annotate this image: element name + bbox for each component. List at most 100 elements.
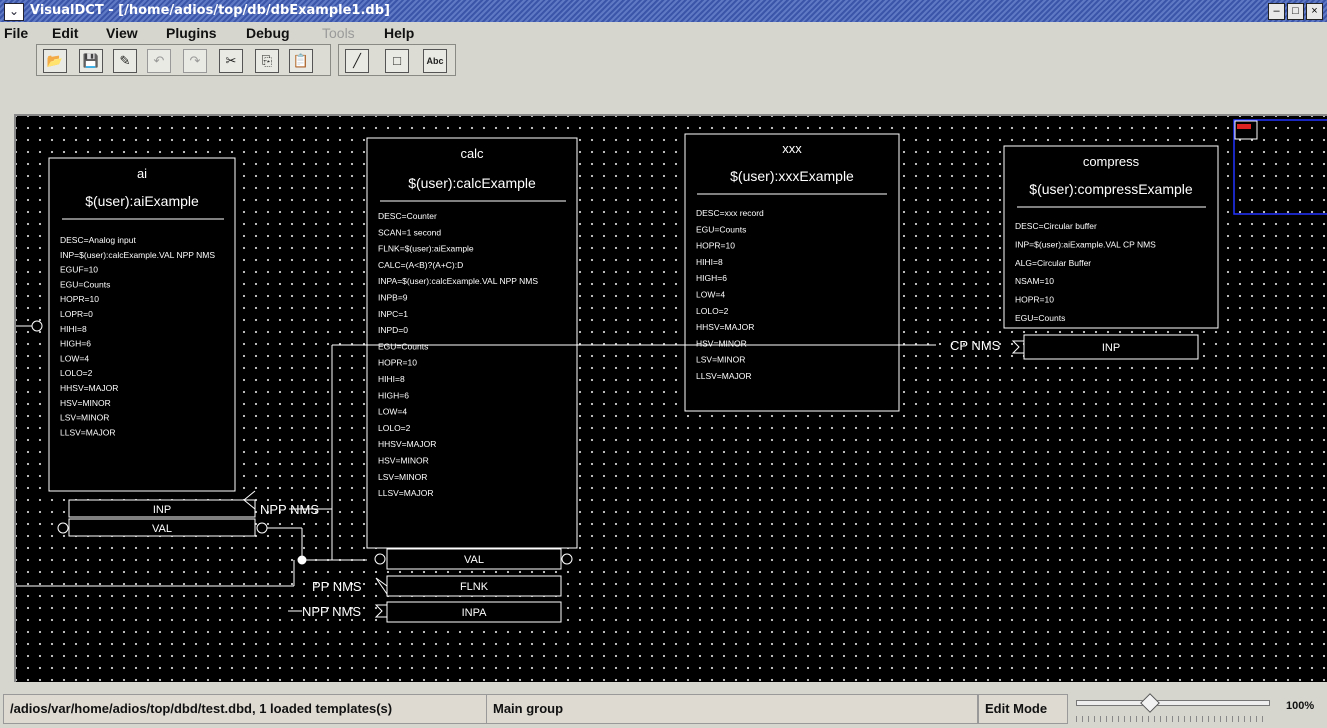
record-field: HIHI=8 <box>60 324 87 334</box>
zoom-slider-thumb[interactable] <box>1140 693 1160 713</box>
record-field: INPC=1 <box>378 309 408 319</box>
record-field: HHSV=MAJOR <box>696 322 754 332</box>
record-field: LLSV=MAJOR <box>60 427 116 437</box>
record-field: EGU=Counts <box>1015 313 1065 323</box>
menu-view[interactable]: View <box>106 25 138 41</box>
zoom-slider-track <box>1076 700 1270 706</box>
record-field: HSV=MINOR <box>696 338 747 348</box>
window-menu-button[interactable]: ⌄ <box>4 3 24 21</box>
record-field: HHSV=MAJOR <box>60 383 118 393</box>
record-field: LOPR=0 <box>60 309 93 319</box>
record-type: xxx <box>782 141 802 156</box>
box-tool-icon[interactable]: □ <box>385 49 409 73</box>
menu-debug[interactable]: Debug <box>246 25 290 41</box>
record-field: INPA=$(user):calcExample.VAL NPP NMS <box>378 276 538 286</box>
menu-plugins[interactable]: Plugins <box>166 25 217 41</box>
record-field: HOPR=10 <box>378 358 417 368</box>
record-field: LLSV=MAJOR <box>378 488 434 498</box>
record-field: LOLO=2 <box>378 423 411 433</box>
record-diagram: ai $(user):aiExample DESC=Analog input IN… <box>16 119 1327 623</box>
undo-icon: ↶ <box>147 49 171 73</box>
record-field: EGUF=10 <box>60 265 98 275</box>
record-field: HOPR=10 <box>696 241 735 251</box>
navigator-box[interactable] <box>1233 119 1327 215</box>
maximize-button[interactable]: □ <box>1287 3 1304 20</box>
record-compress[interactable]: compress $(user):compressExample DESC=Ci… <box>1003 145 1219 360</box>
link-label-calc-inpa: NPP NMS <box>302 604 361 619</box>
chevron-down-icon: ⌄ <box>8 4 20 18</box>
left-frame <box>0 114 14 680</box>
record-field: INP=$(user):aiExample.VAL CP NMS <box>1015 239 1156 249</box>
record-name: $(user):calcExample <box>408 175 536 191</box>
record-field: NSAM=10 <box>1015 276 1054 286</box>
save-icon[interactable]: 💾 <box>79 49 103 73</box>
record-name: $(user):xxxExample <box>730 168 854 184</box>
draw-toolbar-group: ╱ □ Abc <box>338 44 456 76</box>
port-inp: INP <box>153 504 171 516</box>
record-field: HIGH=6 <box>378 390 409 400</box>
copy-icon[interactable]: ⎘ <box>255 49 279 73</box>
record-field: INPB=9 <box>378 293 408 303</box>
port-val: VAL <box>152 523 172 535</box>
link-label-compress-inp: CP NMS <box>950 338 1001 353</box>
record-field: HIGH=6 <box>696 273 727 283</box>
line-tool-icon[interactable]: ╱ <box>345 49 369 73</box>
statusbar: /adios/var/home/adios/top/dbd/test.dbd, … <box>0 690 1327 728</box>
menu-edit[interactable]: Edit <box>52 25 78 41</box>
record-name: $(user):compressExample <box>1029 181 1193 197</box>
paste-icon[interactable]: 📋 <box>289 49 313 73</box>
record-field: INP=$(user):calcExample.VAL NPP NMS <box>60 250 215 260</box>
record-field: HIGH=6 <box>60 339 91 349</box>
record-field: HIHI=8 <box>378 374 405 384</box>
record-field: INPD=0 <box>378 325 408 335</box>
group-indicator: Main group <box>486 694 978 724</box>
menu-help[interactable]: Help <box>384 25 414 41</box>
record-field: DESC=Analog input <box>60 235 136 245</box>
record-type: ai <box>137 166 147 181</box>
record-field: LOW=4 <box>60 353 89 363</box>
close-button[interactable]: × <box>1306 3 1323 20</box>
record-field: DESC=xxx record <box>696 208 764 218</box>
record-field: FLNK=$(user):aiExample <box>378 244 474 254</box>
menu-tools: Tools <box>322 25 355 41</box>
record-xxx[interactable]: xxx $(user):xxxExample DESC=xxx record EG… <box>684 133 900 412</box>
record-field: CALC=(A<B)?(A+C):D <box>378 260 463 270</box>
record-field: EGU=Counts <box>60 279 110 289</box>
zoom-slider[interactable] <box>1068 693 1278 724</box>
minimize-button[interactable]: – <box>1268 3 1285 20</box>
record-field: DESC=Circular buffer <box>1015 221 1097 231</box>
record-ai[interactable]: ai $(user):aiExample DESC=Analog input IN… <box>48 157 256 537</box>
window-titlebar[interactable]: ⌄ VisualDCT - [/home/adios/top/db/dbExam… <box>0 0 1327 22</box>
record-field: HOPR=10 <box>1015 295 1054 305</box>
edit-pencil-icon[interactable]: ✎ <box>113 49 137 73</box>
record-field: LOLO=2 <box>696 306 729 316</box>
canvas-frame: ai $(user):aiExample DESC=Analog input IN… <box>14 114 1327 682</box>
menu-file[interactable]: File <box>4 25 28 41</box>
port-inp: INP <box>1102 342 1120 354</box>
toolbar: 📂 💾 ✎ ↶ ↷ ✂ ⎘ 📋 ╱ □ Abc <box>0 44 1327 112</box>
edit-toolbar-group: 📂 💾 ✎ ↶ ↷ ✂ ⎘ 📋 <box>36 44 331 76</box>
cut-icon[interactable]: ✂ <box>219 49 243 73</box>
record-field: LSV=MINOR <box>378 472 427 482</box>
port-val: VAL <box>464 554 484 566</box>
record-field: ALG=Circular Buffer <box>1015 258 1091 268</box>
record-field: EGU=Counts <box>696 224 746 234</box>
record-field: EGU=Counts <box>378 341 428 351</box>
record-field: HOPR=10 <box>60 294 99 304</box>
menubar: File Edit View Plugins Debug Tools Help <box>0 22 1327 44</box>
record-field: DESC=Counter <box>378 211 437 221</box>
link-label-calc-flnk: PP NMS <box>312 579 362 594</box>
record-field: LSV=MINOR <box>696 355 745 365</box>
text-tool-icon[interactable]: Abc <box>423 49 447 73</box>
record-field: LOW=4 <box>696 290 725 300</box>
redo-icon: ↷ <box>183 49 207 73</box>
record-field: HSV=MINOR <box>378 456 429 466</box>
port-flnk: FLNK <box>460 581 489 593</box>
port-inpa: INPA <box>462 607 488 619</box>
diagram-canvas[interactable]: ai $(user):aiExample DESC=Analog input IN… <box>16 116 1327 682</box>
record-calc[interactable]: calc $(user):calcExample DESC=Counter SCA… <box>366 137 578 623</box>
record-field: LSV=MINOR <box>60 413 109 423</box>
open-folder-icon[interactable]: 📂 <box>43 49 67 73</box>
record-field: HSV=MINOR <box>60 398 111 408</box>
record-field: LLSV=MAJOR <box>696 371 752 381</box>
